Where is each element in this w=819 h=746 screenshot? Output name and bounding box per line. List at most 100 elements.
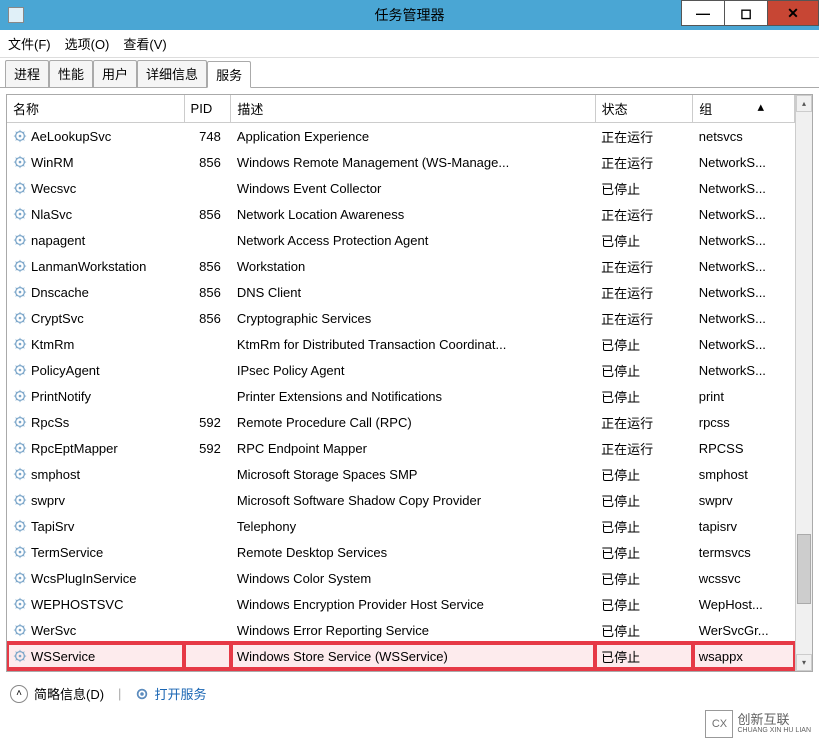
service-status: 已停止 bbox=[595, 539, 693, 565]
menu-bar: 文件(F) 选项(O) 查看(V) bbox=[0, 30, 819, 58]
service-pid bbox=[184, 487, 231, 513]
service-pid: 856 bbox=[184, 279, 231, 305]
service-name: WcsPlugInService bbox=[31, 571, 136, 586]
service-name: WSService bbox=[31, 649, 95, 664]
service-gear-icon bbox=[13, 597, 27, 611]
table-row[interactable]: napagentNetwork Access Protection Agent已… bbox=[7, 227, 795, 253]
service-description: Printer Extensions and Notifications bbox=[231, 383, 595, 409]
scroll-thumb[interactable] bbox=[797, 534, 811, 604]
table-row[interactable]: WecsvcWindows Event Collector已停止NetworkS… bbox=[7, 175, 795, 201]
tab-details[interactable]: 详细信息 bbox=[137, 60, 207, 87]
table-row[interactable]: Dnscache856DNS Client正在运行NetworkS... bbox=[7, 279, 795, 305]
service-description: Network Access Protection Agent bbox=[231, 227, 595, 253]
service-description: Remote Procedure Call (RPC) bbox=[231, 409, 595, 435]
column-header-pid[interactable]: PID bbox=[184, 95, 231, 123]
close-button[interactable]: ✕ bbox=[767, 0, 819, 26]
service-name: PrintNotify bbox=[31, 389, 91, 404]
service-description: Windows Remote Management (WS-Manage... bbox=[231, 149, 595, 175]
service-pid: 856 bbox=[184, 253, 231, 279]
table-row[interactable]: swprvMicrosoft Software Shadow Copy Prov… bbox=[7, 487, 795, 513]
menu-view[interactable]: 查看(V) bbox=[123, 34, 166, 53]
service-name: napagent bbox=[31, 233, 85, 248]
menu-file[interactable]: 文件(F) bbox=[8, 34, 51, 53]
table-row[interactable]: RpcEptMapper592RPC Endpoint Mapper正在运行RP… bbox=[7, 435, 795, 461]
tab-services[interactable]: 服务 bbox=[207, 61, 251, 88]
minimize-button[interactable]: — bbox=[681, 0, 725, 26]
service-status: 已停止 bbox=[595, 643, 693, 669]
open-services-link[interactable]: 打开服务 bbox=[135, 684, 206, 703]
service-pid bbox=[184, 175, 231, 201]
service-group: NetworkS... bbox=[693, 253, 795, 279]
table-row[interactable]: TermServiceRemote Desktop Services已停止ter… bbox=[7, 539, 795, 565]
service-status: 正在运行 bbox=[595, 201, 693, 227]
table-row[interactable]: RpcSs592Remote Procedure Call (RPC)正在运行r… bbox=[7, 409, 795, 435]
table-row[interactable]: KtmRmKtmRm for Distributed Transaction C… bbox=[7, 331, 795, 357]
service-gear-icon bbox=[13, 337, 27, 351]
scroll-up-button[interactable]: ▴ bbox=[796, 95, 812, 112]
content-area: 名称 PID 描述 状态 组▴ AeLookupSvc748Applicatio… bbox=[0, 88, 819, 678]
service-status: 已停止 bbox=[595, 175, 693, 201]
service-status: 已停止 bbox=[595, 513, 693, 539]
service-status: 已停止 bbox=[595, 383, 693, 409]
table-row[interactable]: WcsPlugInServiceWindows Color System已停止w… bbox=[7, 565, 795, 591]
service-description: IPsec Policy Agent bbox=[231, 357, 595, 383]
service-description: Application Experience bbox=[231, 123, 595, 150]
service-name: smphost bbox=[31, 467, 80, 482]
service-name: RpcEptMapper bbox=[31, 441, 118, 456]
tab-performance[interactable]: 性能 bbox=[49, 60, 93, 87]
watermark-text: 创新互联 CHUANG XIN HU LIAN bbox=[737, 713, 811, 735]
service-group: NetworkS... bbox=[693, 175, 795, 201]
table-row[interactable]: NlaSvc856Network Location Awareness正在运行N… bbox=[7, 201, 795, 227]
scroll-down-button[interactable]: ▾ bbox=[796, 654, 812, 671]
table-row[interactable]: WinRM856Windows Remote Management (WS-Ma… bbox=[7, 149, 795, 175]
service-group: NetworkS... bbox=[693, 201, 795, 227]
table-row[interactable]: CryptSvc856Cryptographic Services正在运行Net… bbox=[7, 305, 795, 331]
services-table: 名称 PID 描述 状态 组▴ AeLookupSvc748Applicatio… bbox=[7, 95, 795, 671]
column-header-description[interactable]: 描述 bbox=[231, 95, 595, 123]
table-row[interactable]: smphostMicrosoft Storage Spaces SMP已停止sm… bbox=[7, 461, 795, 487]
service-gear-icon bbox=[13, 493, 27, 507]
service-name: PolicyAgent bbox=[31, 363, 100, 378]
service-group: NetworkS... bbox=[693, 279, 795, 305]
service-name: KtmRm bbox=[31, 337, 74, 352]
table-row[interactable]: LanmanWorkstation856Workstation正在运行Netwo… bbox=[7, 253, 795, 279]
service-status: 正在运行 bbox=[595, 149, 693, 175]
column-header-group[interactable]: 组▴ bbox=[693, 95, 795, 123]
tab-processes[interactable]: 进程 bbox=[5, 60, 49, 87]
fewer-details-button[interactable]: ˄ 简略信息(D) bbox=[10, 684, 104, 703]
service-pid bbox=[184, 565, 231, 591]
service-gear-icon bbox=[13, 415, 27, 429]
service-name: WinRM bbox=[31, 155, 74, 170]
table-row[interactable]: WEPHOSTSVCWindows Encryption Provider Ho… bbox=[7, 591, 795, 617]
service-name: Wecsvc bbox=[31, 181, 76, 196]
table-row[interactable]: WSService Windows Store Service (WSServic… bbox=[7, 643, 795, 669]
service-status: 正在运行 bbox=[595, 123, 693, 150]
table-row[interactable]: AppXSvcAppX Deployment Service (AppXSVC)… bbox=[7, 669, 795, 671]
service-description: Windows Store Service (WSService) bbox=[231, 643, 595, 669]
service-description: Telephony bbox=[231, 513, 595, 539]
maximize-button[interactable]: ◻ bbox=[724, 0, 768, 26]
service-group: RPCSS bbox=[693, 435, 795, 461]
menu-options[interactable]: 选项(O) bbox=[65, 34, 110, 53]
vertical-scrollbar[interactable]: ▴ ▾ bbox=[795, 95, 812, 671]
table-row[interactable]: WerSvcWindows Error Reporting Service已停止… bbox=[7, 617, 795, 643]
tab-users[interactable]: 用户 bbox=[93, 60, 137, 87]
app-icon bbox=[8, 7, 24, 23]
table-row[interactable]: PrintNotify Printer Extensions and Notifi… bbox=[7, 383, 795, 409]
service-pid bbox=[184, 591, 231, 617]
service-gear-icon bbox=[13, 207, 27, 221]
service-pid: 856 bbox=[184, 305, 231, 331]
service-group: wcssvc bbox=[693, 565, 795, 591]
column-header-name[interactable]: 名称 bbox=[7, 95, 184, 123]
service-description: Network Location Awareness bbox=[231, 201, 595, 227]
service-description: DNS Client bbox=[231, 279, 595, 305]
table-row[interactable]: TapiSrvTelephony已停止tapisrv bbox=[7, 513, 795, 539]
column-header-status[interactable]: 状态 bbox=[595, 95, 693, 123]
table-row[interactable]: AeLookupSvc748Application Experience正在运行… bbox=[7, 123, 795, 150]
service-status: 已停止 bbox=[595, 591, 693, 617]
table-row[interactable]: PolicyAgentIPsec Policy Agent已停止NetworkS… bbox=[7, 357, 795, 383]
service-gear-icon bbox=[13, 441, 27, 455]
service-pid bbox=[184, 357, 231, 383]
scroll-track[interactable] bbox=[796, 112, 812, 654]
service-group: rpcss bbox=[693, 409, 795, 435]
